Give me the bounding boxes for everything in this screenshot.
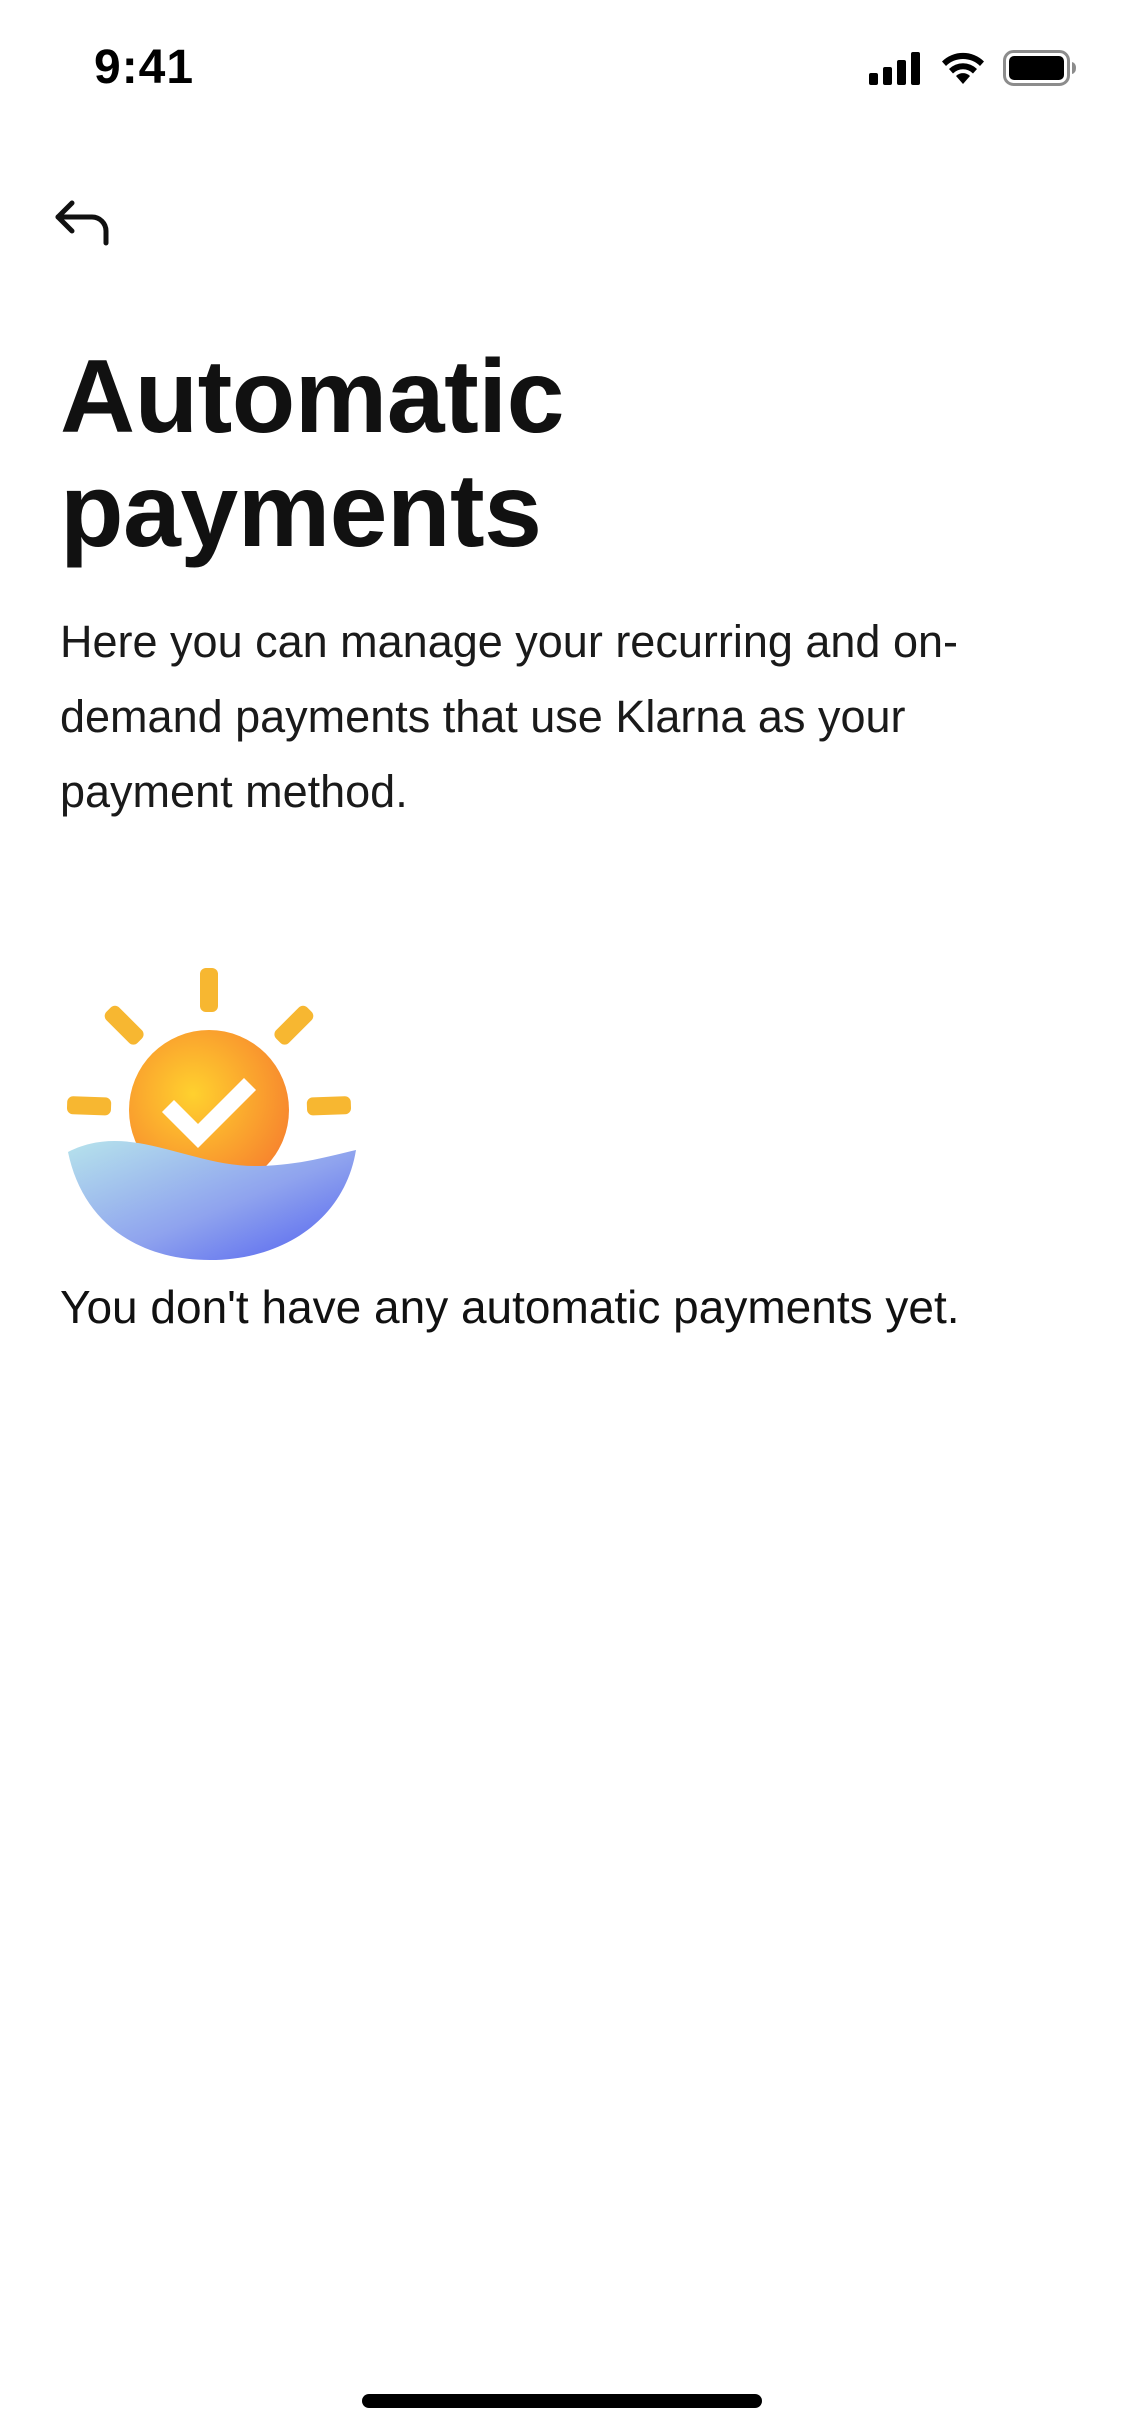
home-indicator[interactable]: [362, 2394, 762, 2408]
page-title: Automatic payments: [60, 339, 564, 569]
battery-icon: [1003, 50, 1076, 86]
page-description: Here you can manage your recurring and o…: [60, 616, 959, 817]
back-button[interactable]: [52, 188, 132, 258]
status-icons: [869, 50, 1077, 86]
status-bar: 9:41: [0, 0, 1125, 140]
cellular-signal-icon: [869, 52, 920, 85]
empty-state-message: You don't have any automatic payments ye…: [60, 1281, 960, 1333]
back-arrow-icon: [55, 200, 109, 246]
status-time: 9:41: [94, 41, 195, 94]
wifi-icon: [942, 52, 984, 84]
sun-check-wave-icon: [66, 968, 356, 1260]
